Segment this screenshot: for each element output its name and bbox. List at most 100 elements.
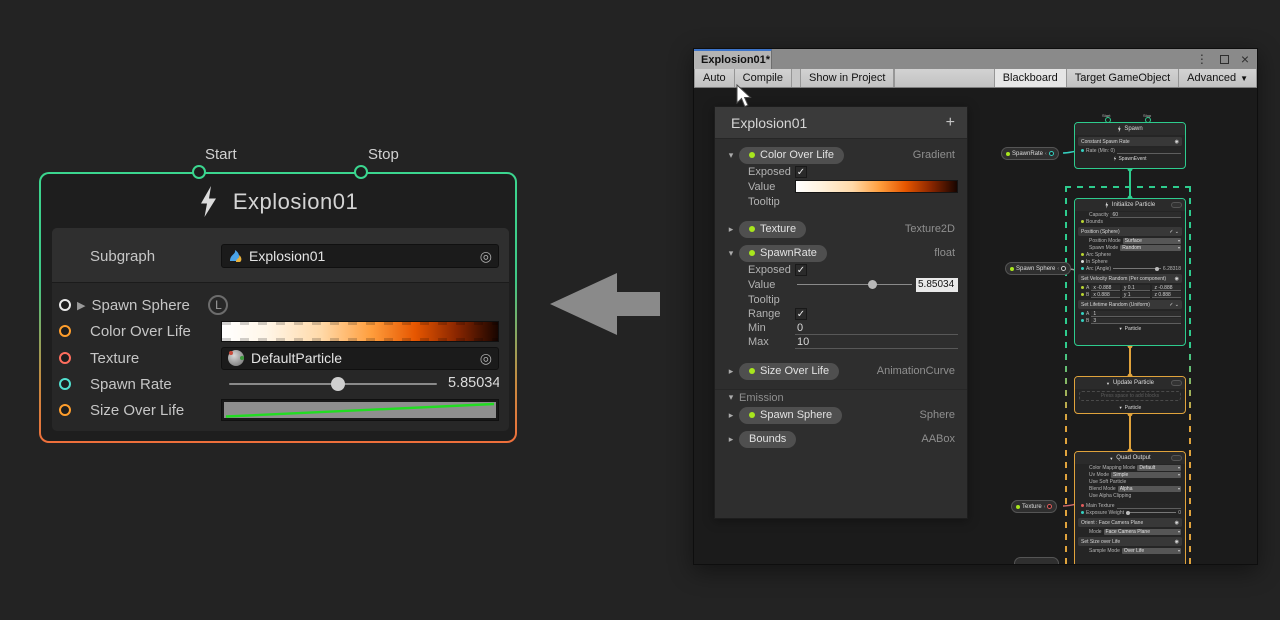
sample-mode-dropdown[interactable]: Over Life bbox=[1122, 548, 1181, 554]
compile-button[interactable]: Compile bbox=[735, 69, 792, 87]
constant-spawn-rate-block[interactable]: Constant Spawn Rate◉ bbox=[1078, 137, 1182, 146]
set-velocity-random-block[interactable]: Set Velocity Random (Per component)◉ bbox=[1078, 274, 1182, 283]
velocity-b-port[interactable] bbox=[1081, 293, 1084, 296]
arc-angle-slider[interactable] bbox=[1113, 268, 1161, 269]
min-field[interactable]: 0 bbox=[795, 322, 958, 335]
start-flow-port[interactable] bbox=[192, 165, 206, 179]
property-row-color-over-life[interactable]: ▾ Color Over Life Gradient bbox=[715, 145, 967, 165]
velocity-a-port[interactable] bbox=[1081, 286, 1084, 289]
vel-b-z[interactable]: z 0.888 bbox=[1152, 292, 1181, 298]
update-particle-node[interactable]: ▼Update Particle Press space to add bloc… bbox=[1074, 376, 1186, 414]
lifetime-a-field[interactable]: 1 bbox=[1091, 311, 1181, 317]
block-toggle-icon[interactable]: ◉ bbox=[1175, 139, 1179, 145]
maximize-icon[interactable] bbox=[1220, 55, 1229, 64]
vel-a-z[interactable]: z -0.888 bbox=[1152, 285, 1181, 291]
initialize-particle-node[interactable]: Initialize Particle Capacity60 Bounds Po… bbox=[1074, 198, 1186, 346]
exposure-weight-port[interactable] bbox=[1081, 511, 1084, 514]
gradient-field[interactable] bbox=[221, 321, 499, 342]
size-over-life-parameter-node-partial[interactable] bbox=[1014, 557, 1059, 564]
add-blocks-placeholder[interactable]: Press space to add blocks bbox=[1079, 391, 1181, 401]
target-gameobject-button[interactable]: Target GameObject bbox=[1067, 69, 1179, 87]
property-row-texture[interactable]: ▸ Texture Texture2D bbox=[715, 219, 967, 239]
vel-a-x[interactable]: x -0.888 bbox=[1091, 285, 1120, 291]
set-size-over-life-block[interactable]: Set Size over Life◉ bbox=[1078, 537, 1182, 546]
block-enabled-checkbox[interactable]: ◉ bbox=[1175, 276, 1179, 282]
gradient-value-field[interactable] bbox=[795, 180, 958, 193]
chevron-right-icon[interactable]: ▸ bbox=[723, 366, 739, 377]
range-checkbox[interactable]: ✓ bbox=[795, 308, 807, 320]
show-in-project-button[interactable]: Show in Project bbox=[800, 69, 894, 87]
texture-parameter-node[interactable]: Texture ‹ bbox=[1011, 500, 1057, 513]
lifetime-b-field[interactable]: 3 bbox=[1091, 318, 1181, 324]
arc-sphere-port[interactable] bbox=[1081, 253, 1084, 256]
collapse-icon[interactable]: ‹ bbox=[1044, 504, 1046, 510]
spawn-rate-value[interactable]: 5.85034 bbox=[448, 375, 499, 394]
curve-field[interactable] bbox=[221, 399, 499, 421]
kebab-menu-icon[interactable]: ⋮ bbox=[1196, 53, 1208, 65]
spawn-sphere-port[interactable] bbox=[59, 299, 71, 311]
block-enabled-checkbox[interactable]: ✓ ⌄ bbox=[1169, 302, 1179, 308]
expander-triangle-icon[interactable]: ▶ bbox=[77, 299, 85, 312]
lifetime-a-port[interactable] bbox=[1081, 312, 1084, 315]
capacity-field[interactable]: 60 bbox=[1110, 212, 1181, 218]
property-row-spawnrate[interactable]: ▾ SpawnRate float bbox=[715, 243, 967, 263]
max-field[interactable]: 10 bbox=[795, 336, 958, 349]
vel-b-y[interactable]: y 1 bbox=[1122, 292, 1151, 298]
vel-b-x[interactable]: x 0.888 bbox=[1091, 292, 1120, 298]
slider-handle[interactable] bbox=[868, 280, 877, 289]
spawn-node[interactable]: Spawn Constant Spawn Rate◉ Rate (Min: 0)… bbox=[1074, 122, 1186, 169]
color-mapping-dropdown[interactable]: Default bbox=[1137, 465, 1181, 471]
output-port[interactable] bbox=[1049, 151, 1054, 156]
local-space-badge[interactable]: L bbox=[208, 295, 228, 315]
arc-angle-port[interactable] bbox=[1081, 267, 1084, 270]
collapse-icon[interactable]: ‹ bbox=[1045, 151, 1047, 157]
output-port[interactable] bbox=[1047, 504, 1052, 509]
spawn-rate-slider[interactable]: 5.85034 bbox=[221, 372, 499, 396]
blackboard-toggle-button[interactable]: Blackboard bbox=[995, 69, 1067, 87]
tab-explosion01[interactable]: Explosion01* bbox=[694, 49, 772, 69]
property-row-spawn-sphere[interactable]: ▸ Spawn Sphere Sphere bbox=[715, 405, 967, 425]
graph-canvas[interactable]: Explosion01 + ▾ Color Over Life Gradient… bbox=[694, 88, 1257, 564]
orient-mode-dropdown[interactable]: Face Camera Plane bbox=[1104, 529, 1181, 535]
position-sphere-block[interactable]: Position (Sphere)✓ ⌄ bbox=[1078, 227, 1182, 236]
auto-button[interactable]: Auto bbox=[694, 69, 735, 87]
spawn-mode-dropdown[interactable]: Random bbox=[1120, 245, 1181, 251]
spawn-sphere-parameter-node[interactable]: Spawn Sphere ‹ bbox=[1005, 262, 1071, 275]
chevron-down-icon[interactable]: ▾ bbox=[723, 248, 739, 259]
texture-port[interactable] bbox=[59, 352, 71, 364]
chevron-down-icon[interactable]: ▾ bbox=[723, 392, 739, 403]
spawnrate-slider[interactable]: 5.85034 bbox=[795, 278, 958, 292]
size-over-life-port[interactable] bbox=[59, 404, 71, 416]
bounds-port[interactable] bbox=[1081, 220, 1084, 223]
position-mode-dropdown[interactable]: Surface bbox=[1123, 238, 1181, 244]
block-enabled-checkbox[interactable]: ◉ bbox=[1175, 520, 1179, 526]
category-emission[interactable]: ▾ Emission bbox=[715, 389, 967, 405]
object-picker-icon[interactable]: ◎ bbox=[480, 351, 492, 365]
stop-flow-port[interactable] bbox=[354, 165, 368, 179]
exposure-slider[interactable] bbox=[1126, 512, 1176, 513]
block-enabled-checkbox[interactable]: ✓ ⌄ bbox=[1169, 229, 1179, 235]
exposed-checkbox[interactable]: ✓ bbox=[795, 264, 807, 276]
advanced-dropdown-button[interactable]: Advanced▼ bbox=[1179, 69, 1257, 87]
lifetime-b-port[interactable] bbox=[1081, 319, 1084, 322]
collapse-icon[interactable]: ‹ bbox=[1057, 266, 1059, 272]
subgraph-object-field[interactable]: Explosion01 ◎ bbox=[221, 244, 499, 268]
spawn-rate-port[interactable] bbox=[59, 378, 71, 390]
chevron-right-icon[interactable]: ▸ bbox=[723, 224, 739, 235]
rate-port[interactable] bbox=[1081, 149, 1084, 152]
vel-a-y[interactable]: y 0.1 bbox=[1122, 285, 1151, 291]
uv-mode-dropdown[interactable]: Simple bbox=[1111, 472, 1181, 478]
explosion01-subgraph-node[interactable]: Start Stop Explosion01 Subgraph bbox=[39, 172, 517, 443]
exposed-checkbox[interactable]: ✓ bbox=[795, 166, 807, 178]
main-texture-port[interactable] bbox=[1081, 504, 1084, 507]
close-icon[interactable]: × bbox=[1241, 52, 1249, 66]
set-lifetime-random-block[interactable]: Set Lifetime Random (Uniform)✓ ⌄ bbox=[1078, 300, 1182, 309]
block-enabled-checkbox[interactable]: ◉ bbox=[1175, 539, 1179, 545]
property-row-bounds[interactable]: ▸ Bounds AABox bbox=[715, 429, 967, 449]
quad-output-node[interactable]: ▼Quad Output Color Mapping ModeDefault U… bbox=[1074, 451, 1186, 564]
orient-block[interactable]: Orient : Face Camera Plane◉ bbox=[1078, 518, 1182, 527]
output-port[interactable] bbox=[1061, 266, 1066, 271]
in-sphere-port[interactable] bbox=[1081, 260, 1084, 263]
spawnrate-value-field[interactable]: 5.85034 bbox=[916, 278, 958, 292]
object-picker-icon[interactable]: ◎ bbox=[480, 249, 492, 263]
